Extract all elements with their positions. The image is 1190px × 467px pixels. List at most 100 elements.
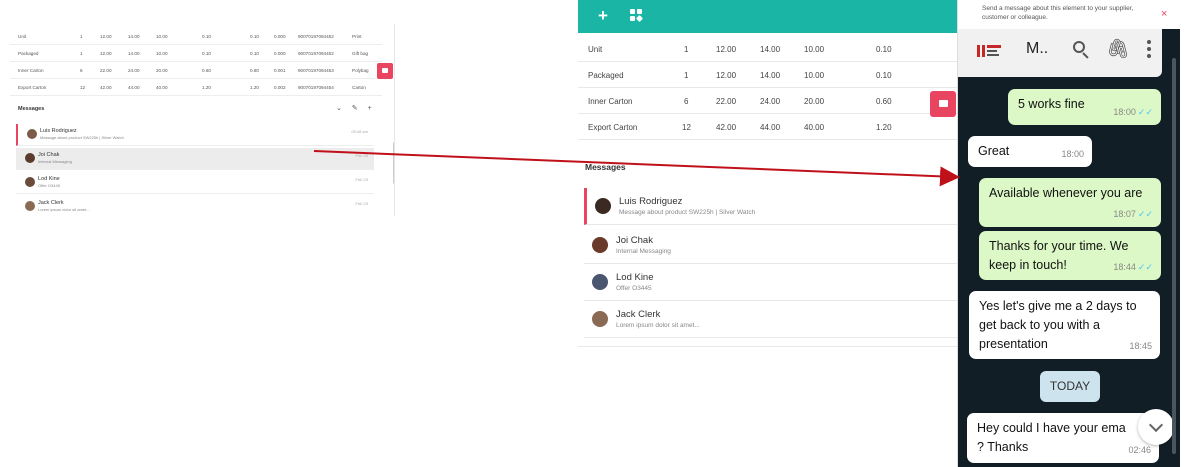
message-bubble-incoming[interactable]: Hey could I have your ema ? Thanks 02:46: [967, 413, 1159, 463]
message-sender: Jack Clerk: [38, 200, 64, 206]
row-value: 0.000: [274, 51, 286, 56]
message-bubble-outgoing[interactable]: Thanks for your time. We keep in touch! …: [979, 231, 1161, 280]
row-label: Unit: [588, 45, 603, 54]
company-logo-icon: [977, 41, 1003, 63]
message-sender: Lod Kine: [38, 176, 60, 182]
table-row: Unit 1 12.00 14.00 10.00 0.10: [578, 36, 960, 62]
row-value: 22.00: [716, 97, 737, 106]
avatar: [592, 311, 608, 327]
row-value: 0.60: [876, 97, 892, 106]
row-value: 14.00: [760, 45, 781, 54]
message-subject: Offer O3445: [38, 183, 60, 188]
row-value: 0.80: [250, 68, 259, 73]
add-button[interactable]: +: [598, 6, 608, 26]
row-value: 24.00: [128, 68, 140, 73]
message-bubble-outgoing[interactable]: 5 works fine 18:00 ✓✓: [1008, 89, 1161, 125]
row-value: 1.20: [202, 85, 211, 90]
row-qty: 1: [80, 34, 83, 39]
message-text: 5 works fine: [1018, 97, 1085, 111]
message-text: Yes let's give me a 2 days to get back t…: [979, 299, 1137, 351]
scrollbar[interactable]: [1172, 58, 1176, 454]
more-options-icon[interactable]: [1146, 39, 1152, 61]
messages-title: Messages: [585, 162, 626, 172]
message-item[interactable]: Luis Rodriguez Message about product SW2…: [584, 188, 960, 225]
row-value: 1.20: [876, 123, 892, 132]
message-sender: Luis Rodriguez: [619, 196, 683, 207]
chat-panel: Send a message about this element to you…: [957, 0, 1180, 467]
row-code: 90070197094453: [298, 68, 334, 73]
row-value: 20.00: [804, 97, 825, 106]
avatar: [25, 153, 35, 163]
date-divider: TODAY: [1040, 371, 1100, 402]
message-time: 18:07: [1113, 209, 1136, 219]
avatar: [27, 129, 37, 139]
avatar: [592, 274, 608, 290]
small-table-row: Inner Carton 6 22.00 24.00 20.00 0.60 0.…: [10, 62, 382, 79]
row-qty: 12: [80, 85, 86, 90]
message-sender: Joi Chak: [38, 152, 60, 158]
chat-fab-button[interactable]: [930, 91, 956, 117]
scrollbar[interactable]: [393, 142, 394, 184]
row-value: 44.00: [760, 123, 781, 132]
message-text: Available whenever you are: [989, 186, 1143, 200]
row-pack: Carton: [352, 85, 366, 90]
row-qty: 6: [684, 97, 689, 106]
row-code: 90070197094452: [298, 34, 334, 39]
chat-tooltip: Send a message about this element to you…: [958, 0, 1180, 29]
message-text: Thanks for your time. We keep in touch!: [989, 239, 1129, 272]
row-value: 10.00: [156, 34, 168, 39]
row-value: 22.00: [100, 68, 112, 73]
scroll-down-button[interactable]: [1138, 409, 1174, 445]
row-code: 90070197094452: [298, 51, 334, 56]
row-qty: 1: [684, 45, 689, 54]
row-pack: Polybag: [352, 68, 369, 73]
message-subject: Internal Messaging: [38, 159, 72, 164]
row-value: 24.00: [760, 97, 781, 106]
row-qty: 1: [80, 51, 83, 56]
row-value: 10.00: [804, 71, 825, 80]
row-value: 0.10: [876, 45, 892, 54]
message-item[interactable]: Jack Clerk Lorem ipsum dolor sit amet...: [584, 301, 960, 338]
message-sender: Joi Chak: [616, 235, 653, 246]
message-bubble-incoming[interactable]: Yes let's give me a 2 days to get back t…: [969, 291, 1160, 359]
row-value: 12.00: [100, 34, 112, 39]
divider: [578, 346, 960, 347]
messages-tools[interactable]: ⌄ ✎ +: [336, 104, 376, 112]
read-ticks-icon: ✓✓: [1137, 107, 1153, 117]
message-item[interactable]: Joi Chak Internal Messaging Feb 23: [16, 148, 374, 170]
row-value: 0.10: [202, 51, 211, 56]
search-icon[interactable]: [1071, 39, 1093, 61]
message-item[interactable]: Luis Rodriguez Message about product SW2…: [16, 124, 374, 146]
message-item[interactable]: Lod Kine Offer O3445 Feb 23: [16, 172, 374, 194]
row-label: Packaged: [588, 71, 624, 80]
apps-icon[interactable]: [630, 9, 644, 23]
small-table-row: Packaged 1 12.00 14.00 10.00 0.10 0.10 0…: [10, 45, 382, 62]
message-bubble-outgoing[interactable]: Available whenever you are 18:07 ✓✓: [979, 178, 1161, 227]
row-value: 42.00: [716, 123, 737, 132]
row-pack: Print: [352, 34, 362, 39]
row-value: 0.10: [250, 34, 259, 39]
message-subject: Message about product SW225h | Silver Wa…: [40, 135, 124, 140]
row-value: 0.60: [202, 68, 211, 73]
chat-header: M.. 🖇: [958, 29, 1162, 77]
row-value: 44.00: [128, 85, 140, 90]
row-value: 0.10: [202, 34, 211, 39]
avatar: [25, 201, 35, 211]
table-row: Packaged 1 12.00 14.00 10.00 0.10: [578, 62, 960, 88]
contact-name[interactable]: M..: [1026, 40, 1048, 58]
close-icon[interactable]: ×: [1161, 8, 1167, 20]
message-item[interactable]: Lod Kine Offer O3445: [584, 264, 960, 301]
read-ticks-icon: ✓✓: [1137, 209, 1153, 219]
row-value: 10.00: [804, 45, 825, 54]
row-value: 0.10: [876, 71, 892, 80]
message-item[interactable]: Joi Chak Internal Messaging: [584, 227, 960, 264]
message-subject: Lorem ipsum dolor sit amet...: [616, 322, 700, 329]
attachment-icon[interactable]: 🖇: [1106, 37, 1130, 60]
message-bubble-incoming[interactable]: Great 18:00: [968, 136, 1092, 167]
row-label: Inner Carton: [588, 97, 633, 106]
message-time: 18:44: [1113, 262, 1136, 272]
avatar: [592, 237, 608, 253]
message-item[interactable]: Jack Clerk Lorem ipsum dolor sit amet...…: [16, 196, 374, 216]
message-time: 02:46: [1128, 445, 1151, 455]
chat-fab-button[interactable]: [377, 63, 393, 79]
